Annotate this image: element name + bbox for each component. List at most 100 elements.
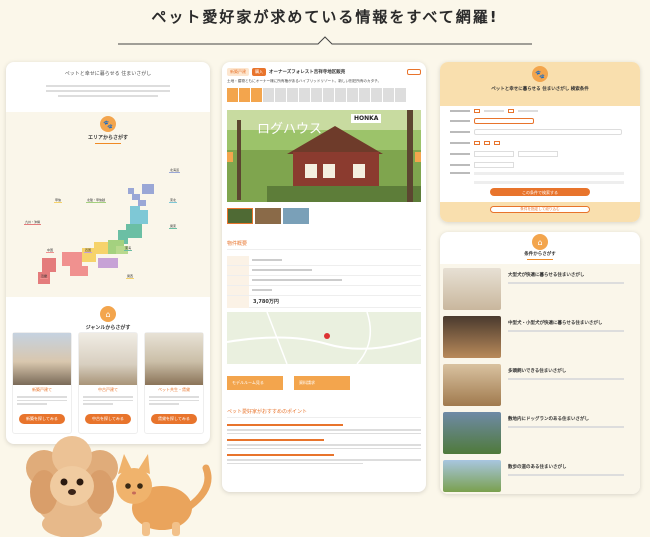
request-materials-button[interactable]: 資料請求 <box>294 376 350 390</box>
thumbnail[interactable] <box>283 208 309 224</box>
feature-icon <box>275 88 286 102</box>
property-subtitle: 土地・建物ともにオーナー様に所有権があるハイブリッドリゾート。新しい別荘所有のカ… <box>227 79 382 83</box>
feature-icons <box>227 88 421 102</box>
feature-icon <box>299 88 310 102</box>
condition-item[interactable]: 中型犬・小型犬が快適に暮らせる住まいさがし <box>440 314 640 360</box>
brand-logo: HONKA <box>351 114 382 123</box>
thumbnail[interactable] <box>227 208 253 224</box>
feature-icon <box>311 88 322 102</box>
search-header: 🐾 ペットと幸せに暮らせる 住まいさがし 検索条件 <box>440 62 640 106</box>
thumbnail[interactable] <box>255 208 281 224</box>
feature-icon <box>227 88 238 102</box>
property-price: 3,780万円 <box>253 299 279 305</box>
left-card-intro <box>46 85 170 103</box>
map-view[interactable] <box>227 312 421 364</box>
feature-icon <box>335 88 346 102</box>
search-title: ペットと幸せに暮らせる 住まいさがし 検索条件 <box>491 87 589 92</box>
property-header: 新築戸建 購入 オーナーズフォレスト吉祥寺地区販売 <box>227 68 421 76</box>
condition-photo <box>443 412 501 454</box>
condition-photo <box>443 316 501 358</box>
region-label[interactable]: 近畿 <box>40 274 49 279</box>
search-icon: 🐾 <box>532 66 548 82</box>
area-section-title: エリアからさがす <box>87 135 128 141</box>
genre-card-new[interactable]: 新築戸建て 新築を探してみる <box>12 332 72 434</box>
feature-icon <box>359 88 370 102</box>
main-photo[interactable]: ログハウス HONKA <box>227 110 421 202</box>
region-label[interactable]: 甲信 <box>54 198 63 203</box>
favorite-button[interactable] <box>407 69 421 75</box>
headline: ペット愛好家が求めている情報をすべて網羅! <box>151 8 499 26</box>
used-house-photo <box>79 333 137 385</box>
feature-icon <box>347 88 358 102</box>
search-conditions-page: 🐾 ペットと幸せに暮らせる 住まいさがし 検索条件 この条件で検索する 条件を指… <box>440 62 640 222</box>
genre-label: 中古戸建て <box>98 387 118 392</box>
feature-icon <box>383 88 394 102</box>
condition-item[interactable]: 敷地内にドッグランのある住まいさがし <box>440 410 640 456</box>
condition-item[interactable]: 多頭飼いできる住まいさがし <box>440 362 640 408</box>
region-label[interactable]: 北海道 <box>169 168 181 173</box>
overview-table: 3,780万円 <box>227 256 421 308</box>
model-room-button[interactable]: モデルルーム見る <box>227 376 283 390</box>
search-form <box>450 108 630 186</box>
dog-and-cat-illustration <box>26 436 212 537</box>
house-icon: ⌂ <box>100 306 116 322</box>
region-label[interactable]: 九州・沖縄 <box>24 220 42 225</box>
photo-prev-arrow[interactable] <box>227 152 233 162</box>
property-type-badge: 新築戸建 <box>227 68 249 76</box>
condition-title: 条件からさがす <box>524 252 556 257</box>
feature-icon <box>239 88 250 102</box>
thumbnail-strip <box>227 208 309 224</box>
genre-section-title: ジャンルからさがす <box>85 325 131 331</box>
condition-item[interactable]: 散歩の道のある住まいさがし <box>440 458 640 494</box>
genre-card-rental[interactable]: ペット共生・賃貸 賃貸を探してみる <box>144 332 204 434</box>
condition-photo <box>443 364 501 406</box>
feature-icon <box>251 88 262 102</box>
condition-photo <box>443 460 501 492</box>
condition-search-page: ⌂ 条件からさがす 大型犬が快適に暮らせる住まいさがし 中型犬・小型犬が快適に暮… <box>440 232 640 494</box>
genre-button[interactable]: 中古を探してみる <box>85 414 131 424</box>
genre-button[interactable]: 賃貸を探してみる <box>151 414 197 424</box>
genre-label: 新築戸建て <box>32 387 52 392</box>
condition-photo <box>443 268 501 310</box>
property-detail-page: 新築戸建 購入 オーナーズフォレスト吉祥寺地区販売 土地・建物ともにオーナー様に… <box>222 62 426 492</box>
condition-desc <box>508 282 624 284</box>
feature-icon <box>263 88 274 102</box>
condition-label: 散歩の道のある住まいさがし <box>508 465 567 470</box>
points-list <box>227 424 421 464</box>
condition-desc <box>508 330 624 332</box>
condition-list: 大型犬が快適に暮らせる住まいさがし 中型犬・小型犬が快適に暮らせる住まいさがし … <box>440 264 640 494</box>
condition-desc <box>508 378 624 380</box>
area-search-page: ペットと幸せに暮らせる 住まいさがし 🐾 エリアからさがす 甲信 北陸・甲信越 … <box>6 62 210 444</box>
genre-section: ⌂ ジャンルからさがす 新築戸建て 新築を探してみる 中古戸建て 中古を探してみ… <box>6 302 210 444</box>
condition-label: 敷地内にドッグランのある住まいさがし <box>508 417 589 422</box>
feature-icon <box>287 88 298 102</box>
region-label[interactable]: 東北 <box>169 198 178 203</box>
region-label[interactable]: 関東 <box>169 224 178 229</box>
overview-heading: 物件概要 <box>227 240 421 250</box>
dog-icon: 🐾 <box>100 116 116 132</box>
region-label[interactable]: 四国 <box>84 248 93 253</box>
condition-desc <box>508 426 624 428</box>
left-card-title: ペットと幸せに暮らせる 住まいさがし <box>64 71 152 77</box>
condition-label: 多頭飼いできる住まいさがし <box>508 369 567 374</box>
region-label[interactable]: 関西 <box>126 274 135 279</box>
region-label[interactable]: 東海 <box>124 246 133 251</box>
condition-label: 中型犬・小型犬が快適に暮らせる住まいさがし <box>508 321 603 326</box>
condition-desc <box>508 474 624 476</box>
genre-button[interactable]: 新築を探してみる <box>19 414 65 424</box>
area-section: 🐾 エリアからさがす 甲信 北陸・甲信越 北海道 東北 関東 九州・沖縄 中国 … <box>6 112 210 297</box>
region-label[interactable]: 中国 <box>46 248 55 253</box>
genre-label: ペット共生・賃貸 <box>158 387 190 392</box>
condition-label: 大型犬が快適に暮らせる住まいさがし <box>508 273 585 278</box>
feature-icon <box>323 88 334 102</box>
house-search-icon: ⌂ <box>532 234 548 250</box>
region-label[interactable]: 北陸・甲信越 <box>86 198 107 203</box>
genre-card-used[interactable]: 中古戸建て 中古を探してみる <box>78 332 138 434</box>
condition-item[interactable]: 大型犬が快適に暮らせる住まいさがし <box>440 266 640 312</box>
narrow-search-button[interactable]: 条件を指定して絞り込む <box>490 206 590 213</box>
search-submit-button[interactable]: この条件で検索する <box>490 188 590 196</box>
photo-next-arrow[interactable] <box>415 152 421 162</box>
points-heading: ペット愛好家がおすすめのポイント <box>227 408 421 418</box>
condition-header: ⌂ 条件からさがす <box>440 234 640 266</box>
headline-divider <box>118 36 532 45</box>
